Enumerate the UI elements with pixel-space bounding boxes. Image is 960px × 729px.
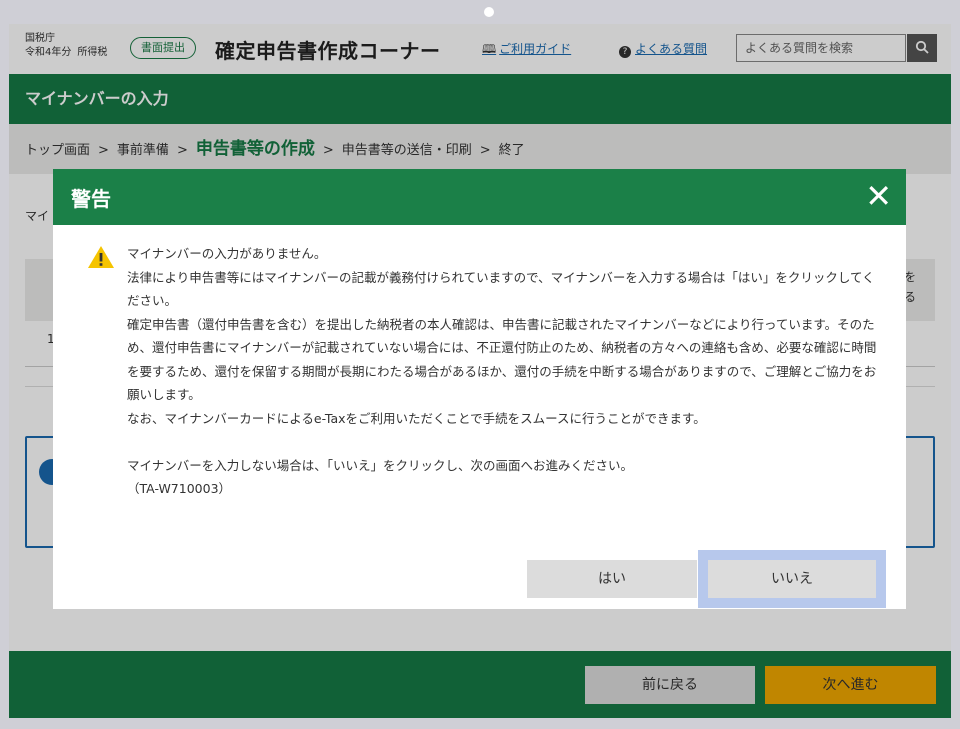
message-line: なお、マイナンバーカードによるe-Taxをご利用いただくことで手続をスムースに行… [127,410,706,426]
dialog-header: 警告 ✕ [53,169,906,225]
message-line: マイナンバーの入力がありません。 [127,246,327,261]
warning-dialog: 警告 ✕ マイナンバーの入力がありません。 法律により申告書等にはマイナンバーの… [53,169,906,609]
error-code: （TA-W710003） [127,481,232,496]
camera-dot [484,7,494,17]
message-line: マイナンバーを入力しない場合は、「いいえ」をクリックし、次の画面へお進みください… [127,457,634,473]
no-button[interactable]: いいえ [708,560,876,598]
close-icon[interactable]: ✕ [865,176,892,216]
message-line: 法律により申告書等にはマイナンバーの記載が義務付けられていますので、マイナンバー… [127,269,875,309]
message-line: 確定申告書（還付申告書を含む）を提出した納税者の本人確認は、申告書に記載されたマ… [127,316,877,403]
dialog-message: マイナンバーの入力がありません。 法律により申告書等にはマイナンバーの記載が義務… [127,242,882,501]
dialog-title: 警告 [71,187,111,211]
screen: 国税庁 令和4年分 所得税 書面提出 確定申告書作成コーナー 🕮 ご利用ガイド ? よ… [9,24,951,718]
warning-icon [88,246,114,268]
yes-button[interactable]: はい [527,560,697,598]
